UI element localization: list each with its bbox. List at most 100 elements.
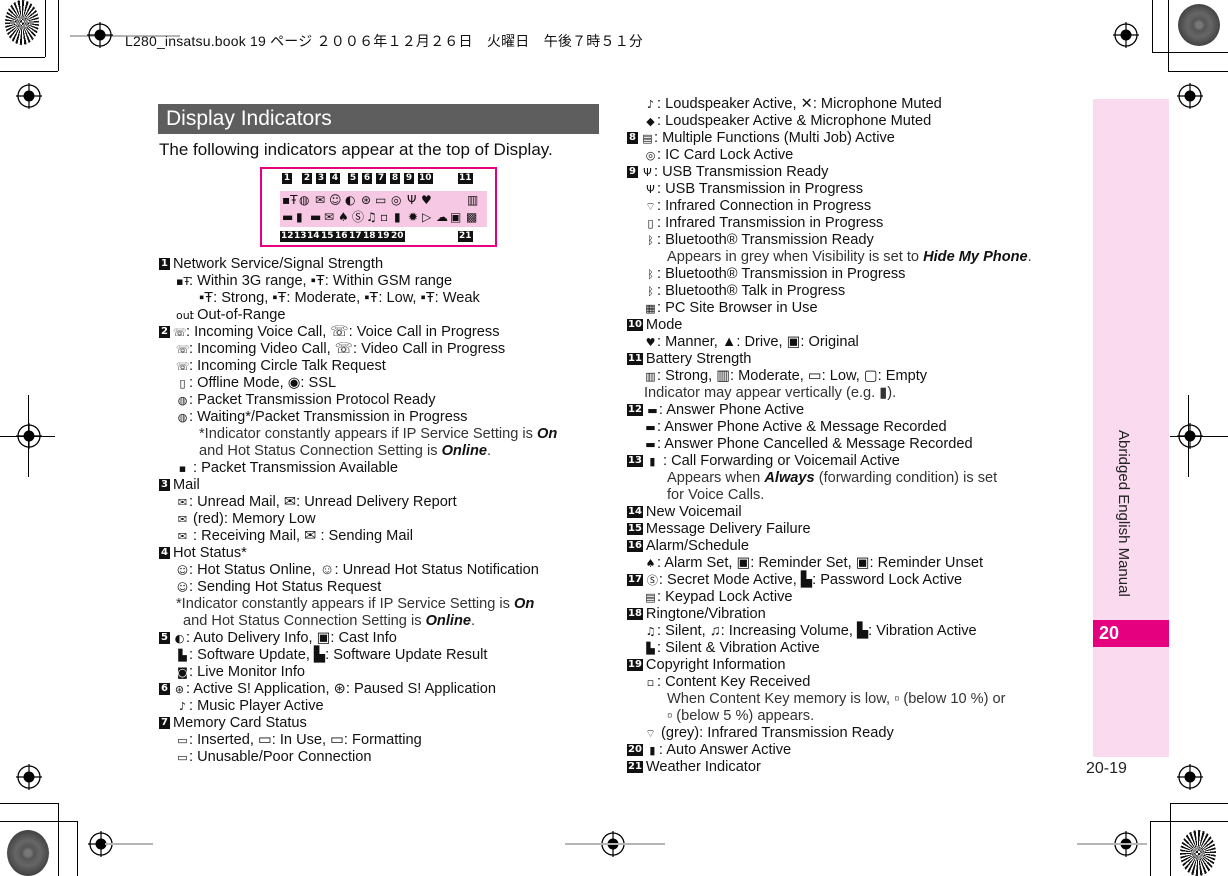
list-item: 3 Mail — [159, 477, 599, 494]
usb-icon: Ψ — [407, 193, 417, 207]
indicator-icon: ♫ — [645, 625, 656, 638]
item-text-tail: . — [470, 613, 476, 629]
item-text: : Silent, ♫: Increasing Volume, ▙: Vibra… — [657, 623, 977, 639]
list-item: for Voice Calls. — [627, 487, 1077, 504]
item-text: Copyright Information — [645, 657, 786, 673]
starburst-mark-icon — [1178, 4, 1220, 46]
registration-mark-icon — [16, 83, 42, 109]
item-number-badge: 5 — [159, 632, 170, 645]
item-text: Hot Status* — [173, 545, 247, 561]
item-text: : Alarm Set, ▣: Reminder Set, ▣: Reminde… — [657, 555, 984, 571]
indicator-icon: ▫ — [646, 676, 655, 689]
crop-mark — [1150, 821, 1228, 822]
item-text: : Packet Transmission Available — [189, 460, 399, 476]
emphasis-text: On — [514, 596, 535, 612]
emphasis-text: Hide My Phone — [923, 249, 1028, 265]
indicator-icon: ☏ — [176, 360, 190, 373]
indicator-icon: ▭ — [177, 734, 188, 747]
item-text: Mail — [173, 477, 200, 493]
indicator-icon: ▭ — [177, 751, 188, 764]
crop-mark — [1152, 0, 1153, 52]
mail-icon: ✉ — [315, 193, 326, 207]
item-text: : Call Forwarding or Voicemail Active — [658, 453, 900, 469]
crop-mark — [1168, 0, 1169, 71]
auto-answer-icon: ▮ — [394, 210, 401, 224]
item-text: Ringtone/Vibration — [645, 606, 766, 622]
item-text: : Secret Mode Active, ▙: Password Lock A… — [658, 572, 963, 588]
item-text: ▫ (below 5 %) appears. — [667, 708, 815, 724]
item-number-badge: 12 — [627, 404, 643, 417]
item-text: and Hot Status Connection Setting is — [199, 443, 442, 459]
indicator-icon: ✉ — [177, 530, 188, 543]
indicator-icon: Ψ — [646, 183, 655, 196]
crop-mark — [1170, 803, 1228, 804]
indicator-icon: ▬ — [645, 421, 656, 434]
registration-mark-icon — [1177, 764, 1203, 790]
item-text: : PC Site Browser in Use — [657, 300, 818, 316]
list-item: *Indicator constantly appears if IP Serv… — [159, 596, 599, 613]
chapter-number: 20 — [1093, 620, 1169, 647]
item-text: When Content Key memory is low, ▫ (below… — [667, 691, 1006, 707]
item-text: : Music Player Active — [189, 698, 324, 714]
item-number-badge: 3 — [159, 479, 170, 492]
emphasis-text: Online — [425, 613, 471, 629]
list-item: ☏: Incoming Video Call, ☏: Video Call in… — [159, 341, 599, 358]
item-text: : Active S! Application, ⊛: Paused S! Ap… — [186, 681, 496, 697]
indicator-icon: ☺ — [176, 564, 189, 577]
emphasis-text: On — [537, 426, 558, 442]
item-text: : Answer Phone Active — [658, 402, 805, 418]
item-number-badge: 19 — [627, 659, 643, 672]
item-text: : Unusable/Poor Connection — [189, 749, 372, 765]
item-text: : Within 3G range, ▪Ŧ: Within GSM range — [189, 273, 453, 289]
display-diagram: 1 2 3 4 5 6 7 8 9 10 11 12 13 14 15 16 17 18 19 20 21 ▪Ŧ ◍ ✉ ☺ ◐ ⊛… — [260, 167, 497, 247]
indicator-icon: ⌔ — [645, 727, 656, 740]
list-item: ♪: Music Player Active — [159, 698, 599, 715]
starburst-mark-icon — [5, 0, 39, 45]
item-number-badge: 14 — [627, 506, 643, 519]
item-text-tail: . — [1027, 249, 1032, 265]
indicator-icon: ♪ — [646, 98, 655, 111]
list-item: 10 Mode — [627, 317, 1077, 334]
list-item: ▭: Inserted, ▭: In Use, ▭: Formatting — [159, 732, 599, 749]
item-text: : Bluetooth® Transmission Ready — [657, 232, 874, 248]
indicator-icon: ♪ — [178, 700, 187, 713]
bottom-indicator-number: 16 — [334, 231, 349, 242]
list-item: ▪ : Packet Transmission Available — [159, 460, 599, 477]
crop-mark — [1150, 821, 1151, 876]
item-text: (grey): Infrared Transmission Ready — [657, 725, 894, 741]
indicator-icon: Ⓢ — [646, 574, 658, 587]
list-item: 18 Ringtone/Vibration — [627, 606, 1077, 623]
item-text: : Inserted, ▭: In Use, ▭: Formatting — [189, 732, 422, 748]
crop-mark — [0, 821, 77, 822]
item-text: Appears in grey when Visibility is set t… — [667, 249, 924, 265]
top-indicator-number: 3 — [316, 173, 326, 184]
crop-mark — [0, 71, 58, 72]
crop-mark — [45, 0, 46, 57]
list-item: ♪: Loudspeaker Active, ✕: Microphone Mut… — [627, 96, 1077, 113]
item-text: : Packet Transmission Protocol Ready — [189, 392, 436, 408]
item-text: : Offline Mode, ◉: SSL — [189, 375, 337, 391]
list-item: ☏: Incoming Circle Talk Request — [159, 358, 599, 375]
item-text: : Sending Hot Status Request — [189, 579, 382, 595]
answer-phone-icon: ▬ — [282, 210, 294, 224]
item-text-tail: . — [486, 443, 492, 459]
page-number: 20-19 — [1086, 760, 1127, 777]
indicator-icon: ◐ — [174, 632, 185, 645]
list-item: ♠: Alarm Set, ▣: Reminder Set, ▣: Remind… — [627, 555, 1077, 572]
item-number-badge: 9 — [627, 166, 638, 179]
item-number-badge: 16 — [627, 540, 643, 553]
game-icon: ⊛ — [361, 193, 372, 207]
indicator-icon: ☺ — [176, 581, 189, 594]
indicator-icon: ▤ — [645, 591, 656, 604]
item-text: : Loudspeaker Active & Microphone Muted — [657, 113, 932, 129]
list-item: ᛒ: Bluetooth® Transmission Ready — [627, 232, 1077, 249]
list-item: 9Ψ: USB Transmission Ready — [627, 164, 1077, 181]
item-text: Alarm/Schedule — [645, 538, 749, 554]
indicator-icon: ◙ — [177, 666, 188, 679]
top-indicator-number: 11 — [458, 173, 473, 184]
list-item: ◍: Packet Transmission Protocol Ready — [159, 392, 599, 409]
list-item: and Hot Status Connection Setting is Onl… — [159, 443, 599, 460]
list-item: ◙: Live Monitor Info — [159, 664, 599, 681]
indicator-icon: ◎ — [645, 149, 656, 162]
item-text: : Content Key Received — [657, 674, 811, 690]
